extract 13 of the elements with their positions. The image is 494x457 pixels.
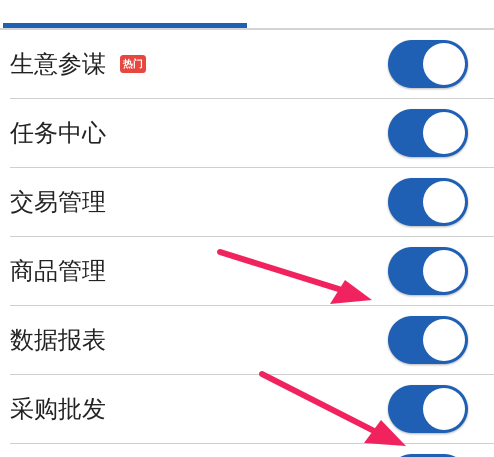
setting-label: 数据报表 (10, 325, 106, 356)
toggle-switch[interactable] (388, 109, 468, 157)
hot-badge: 热门 (120, 55, 146, 73)
setting-label: 商品管理 (10, 256, 106, 287)
toggle-switch[interactable] (388, 40, 468, 88)
setting-label: 采购批发 (10, 394, 106, 425)
setting-label: 生意参谋 (10, 49, 106, 80)
toggle-switch[interactable] (388, 247, 468, 295)
setting-label: 任务中心 (10, 118, 106, 149)
toggle-switch[interactable] (388, 316, 468, 364)
toggle-switch[interactable] (388, 385, 468, 433)
setting-label: 交易管理 (10, 187, 106, 218)
toggle-switch[interactable] (388, 178, 468, 226)
